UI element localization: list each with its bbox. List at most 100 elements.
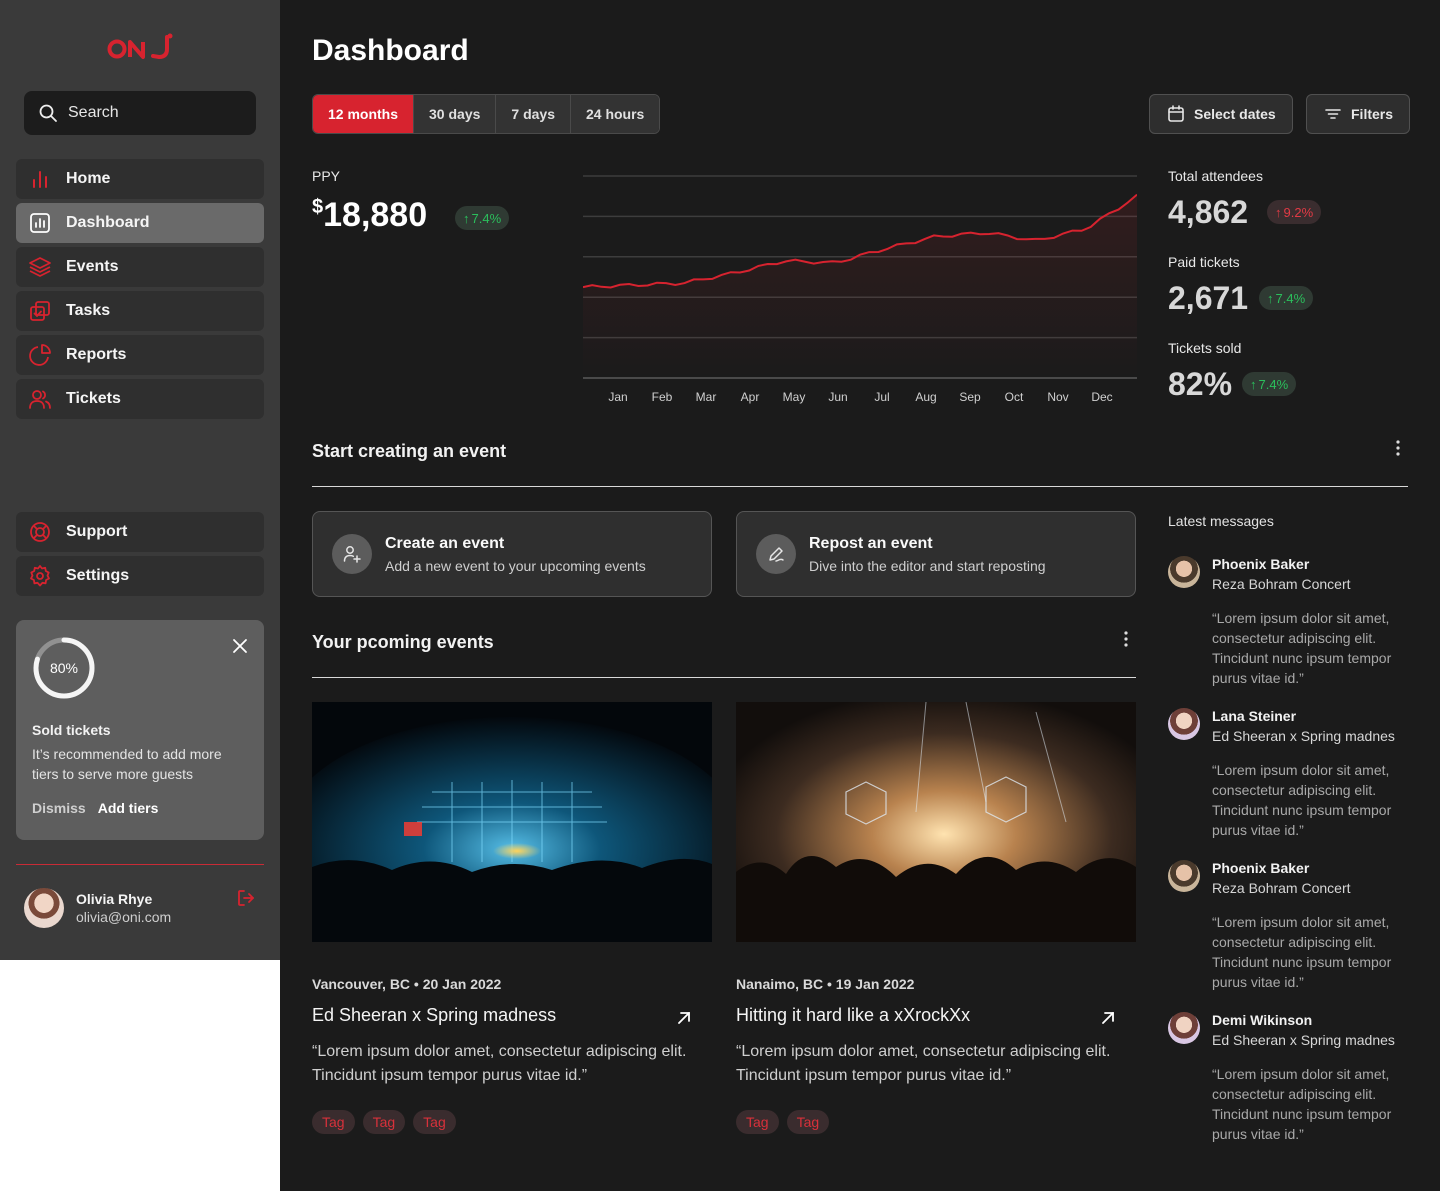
tab-12-months[interactable]: 12 months: [313, 95, 415, 133]
dismiss-button[interactable]: Dismiss: [32, 800, 86, 816]
event-image-festival[interactable]: [312, 702, 712, 942]
tab-7-days[interactable]: 7 days: [496, 95, 571, 133]
nav-item-tasks[interactable]: Tasks: [16, 291, 264, 331]
nav-item-reports[interactable]: Reports: [16, 335, 264, 375]
search-placeholder: Search: [68, 104, 119, 121]
nav-label: Tickets: [66, 390, 121, 407]
card-title: Create an event: [385, 534, 505, 552]
message-sender: Demi Wikinson: [1212, 1012, 1313, 1028]
x-tick-label: Mar: [696, 390, 717, 404]
arrow-up-icon: ↑: [1275, 204, 1282, 220]
card-subtitle: Add a new event to your upcoming events: [385, 557, 646, 574]
event-image-concert[interactable]: [736, 702, 1136, 942]
x-tick-label: Jan: [608, 390, 627, 404]
bar-chart-icon: [33, 171, 47, 188]
user-profile[interactable]: Olivia Rhye olivia@oni.com: [24, 888, 256, 928]
nav-item-events[interactable]: Events: [16, 247, 264, 287]
message-subject: Ed Sheeran x Spring madnes: [1212, 1032, 1395, 1048]
repost-event-card[interactable]: Repost an event Dive into the editor and…: [736, 511, 1136, 597]
stat-change: 7.4%: [1258, 376, 1289, 392]
message-sender: Phoenix Baker: [1212, 860, 1310, 876]
sidebar-divider: [16, 864, 264, 865]
more-options-icon[interactable]: [1396, 440, 1400, 456]
series-area: [583, 194, 1137, 378]
promo-title: Sold tickets: [32, 722, 111, 738]
stat-change: 7.4%: [1275, 290, 1306, 306]
create-section-title: Start creating an event: [312, 441, 507, 461]
search-input[interactable]: Search: [24, 91, 256, 135]
arrow-up-right-icon[interactable]: [1100, 1010, 1116, 1026]
message-sender: Lana Steiner: [1212, 708, 1297, 724]
main-nav: Home Dashboard Events Tasks Reports Tick…: [16, 159, 264, 423]
section-divider: [312, 486, 1408, 487]
ppy-label: PPY: [312, 168, 341, 184]
page-title: Dashboard: [312, 34, 469, 67]
gear-icon: [30, 565, 50, 587]
section-divider: [312, 677, 1136, 678]
ppy-value: $18,880: [312, 196, 427, 235]
user-email: olivia@oni.com: [76, 909, 172, 925]
card-title: Repost an event: [809, 534, 933, 552]
select-dates-label: Select dates: [1194, 106, 1276, 122]
arrow-up-icon: ↑: [1267, 290, 1274, 306]
tag[interactable]: Tag: [786, 1110, 830, 1134]
oni-logo[interactable]: [107, 32, 179, 62]
tag[interactable]: Tag: [413, 1110, 456, 1134]
filters-label: Filters: [1351, 106, 1394, 122]
event-tags: Tag Tag Tag: [312, 1110, 456, 1134]
user-name: Olivia Rhye: [76, 891, 153, 907]
create-event-card[interactable]: Create an event Add a new event to your …: [312, 511, 712, 597]
tab-30-days[interactable]: 30 days: [414, 95, 497, 133]
nav-label: Tasks: [66, 302, 111, 319]
ppy-change: 7.4%: [471, 210, 502, 226]
nav-label: Home: [66, 170, 111, 187]
avatar: [1168, 860, 1200, 892]
arrow-up-icon: ↑: [463, 210, 470, 226]
x-tick-label: Oct: [1005, 390, 1024, 404]
filters-button[interactable]: Filters: [1306, 94, 1411, 134]
ppy-change-badge: ↑ 7.4%: [455, 206, 510, 230]
nav-label: Settings: [66, 567, 130, 584]
logout-icon[interactable]: [236, 888, 256, 908]
stat-change: 9.2%: [1283, 204, 1314, 220]
tag[interactable]: Tag: [736, 1110, 779, 1134]
avatar: [1168, 708, 1200, 740]
close-icon[interactable]: [232, 638, 248, 654]
stat-value: 4,862: [1168, 194, 1249, 230]
x-tick-label: Sep: [959, 390, 981, 404]
revenue-chart: Jan Feb Mar Apr May Jun Jul Aug Sep Oct Nov Dec: [583, 175, 1137, 404]
nav-item-support[interactable]: Support: [16, 512, 264, 552]
x-tick-label: Feb: [652, 390, 673, 404]
card-subtitle: Dive into the editor and start reposting: [809, 557, 1046, 574]
search-icon: [39, 104, 57, 122]
x-tick-label: Nov: [1047, 390, 1068, 404]
sidebar: Search Home Dashboard Events Tasks Repor…: [0, 0, 280, 960]
progress-label: 80%: [49, 660, 79, 676]
x-tick-label: Apr: [741, 390, 760, 404]
add-tiers-button[interactable]: Add tiers: [98, 800, 159, 816]
select-dates-button[interactable]: Select dates: [1149, 94, 1293, 134]
event-title[interactable]: Ed Sheeran x Spring madness: [312, 1005, 556, 1026]
nav-item-dashboard[interactable]: Dashboard: [16, 203, 264, 243]
check-square-icon: [30, 301, 50, 321]
lifebuoy-icon: [30, 522, 50, 542]
main-content: Dashboard 12 months 30 days 7 days 24 ho…: [280, 0, 1440, 1191]
x-tick-label: Aug: [915, 390, 936, 404]
nav-item-settings[interactable]: Settings: [16, 556, 264, 596]
tab-24-hours[interactable]: 24 hours: [570, 95, 660, 133]
event-description: “Lorem ipsum dolor amet, consectetur adi…: [312, 1043, 687, 1084]
event-tags: Tag Tag: [736, 1110, 830, 1134]
arrow-up-right-icon[interactable]: [676, 1010, 692, 1026]
event-title[interactable]: Hitting it hard like a xXrockXx: [736, 1005, 970, 1026]
nav-item-home[interactable]: Home: [16, 159, 264, 199]
message-text: “Lorem ipsum dolor sit amet, consectetur…: [1212, 914, 1392, 990]
tag[interactable]: Tag: [312, 1110, 355, 1134]
ppy-amount: 18,880: [323, 196, 428, 234]
nav-label: Dashboard: [66, 214, 150, 231]
more-options-icon[interactable]: [1124, 631, 1128, 647]
nav-item-tickets[interactable]: Tickets: [16, 379, 264, 419]
layers-icon: [29, 257, 51, 277]
pie-chart-icon: [29, 344, 51, 366]
tag[interactable]: Tag: [362, 1110, 406, 1134]
sold-tickets-card: 80% Sold tickets It’s recommended to add…: [16, 620, 264, 840]
